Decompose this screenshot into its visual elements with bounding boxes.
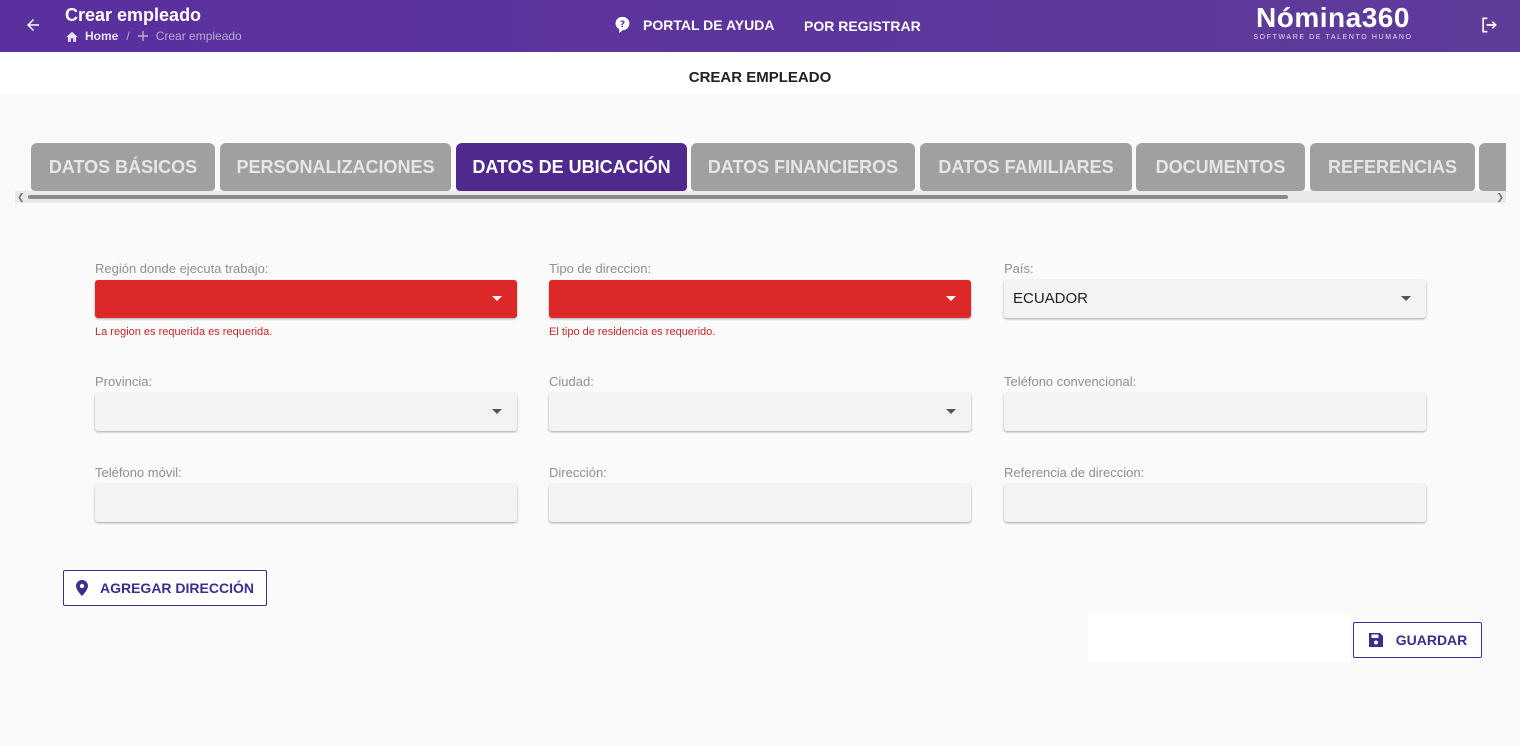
logout-icon[interactable] [1479,15,1501,37]
breadcrumb-home-label: Home [85,29,119,43]
blank-panel [1088,614,1350,663]
address-label: Dirección: [549,465,607,480]
chevron-down-icon [946,296,956,301]
page-title: Crear empleado [65,5,202,25]
save-button[interactable]: GUARDAR [1353,622,1482,658]
tabs-scrollbar[interactable]: ❮ ❯ [15,191,1506,203]
tab-overflow[interactable] [1479,143,1506,191]
scrollbar-thumb[interactable] [28,195,1288,199]
help-icon: ? [615,16,630,34]
back-arrow-icon[interactable] [22,14,44,36]
city-label: Ciudad: [549,374,594,389]
tab-datos-ubicacion[interactable]: DATOS DE UBICACIÓN [456,143,687,191]
province-select[interactable] [95,393,517,431]
home-icon [66,31,78,42]
chevron-down-icon [492,409,502,414]
country-value: ECUADOR [1013,290,1089,307]
region-error: La region es requerida es requerida. [95,326,273,338]
breadcrumb-current-label: Crear empleado [155,29,242,43]
chevron-down-icon [492,296,502,301]
address-input[interactable] [549,484,971,522]
scroll-left-icon[interactable]: ❮ [17,191,25,203]
address-reference-label: Referencia de direccion: [1004,465,1145,480]
region-label: Región donde ejecuta trabajo: [95,261,269,276]
address-type-error: El tipo de residencia es requerido. [549,326,716,338]
add-address-label: AGREGAR DIRECCIÓN [99,580,254,596]
mobile-input[interactable] [95,484,517,522]
help-portal-label: PORTAL DE AYUDA [643,17,775,33]
breadcrumb: Home / Crear empleado [65,29,242,43]
tab-datos-financieros[interactable]: DATOS FINANCIEROS [691,143,915,191]
scroll-right-icon[interactable]: ❯ [1496,191,1504,203]
top-app-bar: Crear empleado Home / Crear empleado ? P… [0,0,1520,52]
city-select[interactable] [549,393,971,431]
location-pin-icon [75,580,88,596]
title-block: Crear empleado Home / Crear empleado [65,5,242,43]
help-portal-link[interactable]: ? PORTAL DE AYUDA [614,16,774,34]
landline-label: Teléfono convencional: [1004,374,1137,389]
chevron-down-icon [946,409,956,414]
breadcrumb-separator: / [126,29,130,43]
tab-bar: DATOS BÁSICOS PERSONALIZACIONES DATOS DE… [15,143,1506,191]
landline-input[interactable] [1004,393,1426,431]
svg-text:?: ? [620,20,625,30]
tab-personalizaciones[interactable]: PERSONALIZACIONES [220,143,451,191]
pending-registration-link[interactable]: POR REGISTRAR [804,18,921,34]
address-type-select[interactable] [549,280,971,318]
tab-datos-familiares[interactable]: DATOS FAMILIARES [920,143,1132,191]
breadcrumb-home[interactable]: Home [65,29,118,43]
add-address-button[interactable]: AGREGAR DIRECCIÓN [63,570,267,606]
breadcrumb-current: Crear empleado [137,29,242,43]
brand-logo: Nómina360 SOFTWARE DE TALENTO HUMANO [1243,2,1423,42]
section-title: CREAR EMPLEADO [0,52,1520,95]
save-label: GUARDAR [1395,632,1468,648]
country-label: País: [1004,261,1034,276]
address-type-label: Tipo de direccion: [549,261,652,276]
province-label: Provincia: [95,374,153,389]
chevron-down-icon [1401,296,1411,301]
country-select[interactable]: ECUADOR [1004,280,1426,318]
save-icon [1368,633,1383,647]
logo-name: Nómina360 [1256,2,1410,33]
mobile-label: Teléfono móvil: [95,465,182,480]
plus-icon [137,31,148,41]
region-select[interactable] [95,280,517,318]
tab-referencias[interactable]: REFERENCIAS [1310,143,1475,191]
logo-tagline: SOFTWARE DE TALENTO HUMANO [1253,34,1413,41]
tab-documentos[interactable]: DOCUMENTOS [1136,143,1305,191]
tab-datos-basicos[interactable]: DATOS BÁSICOS [31,143,215,191]
address-reference-input[interactable] [1004,484,1426,522]
